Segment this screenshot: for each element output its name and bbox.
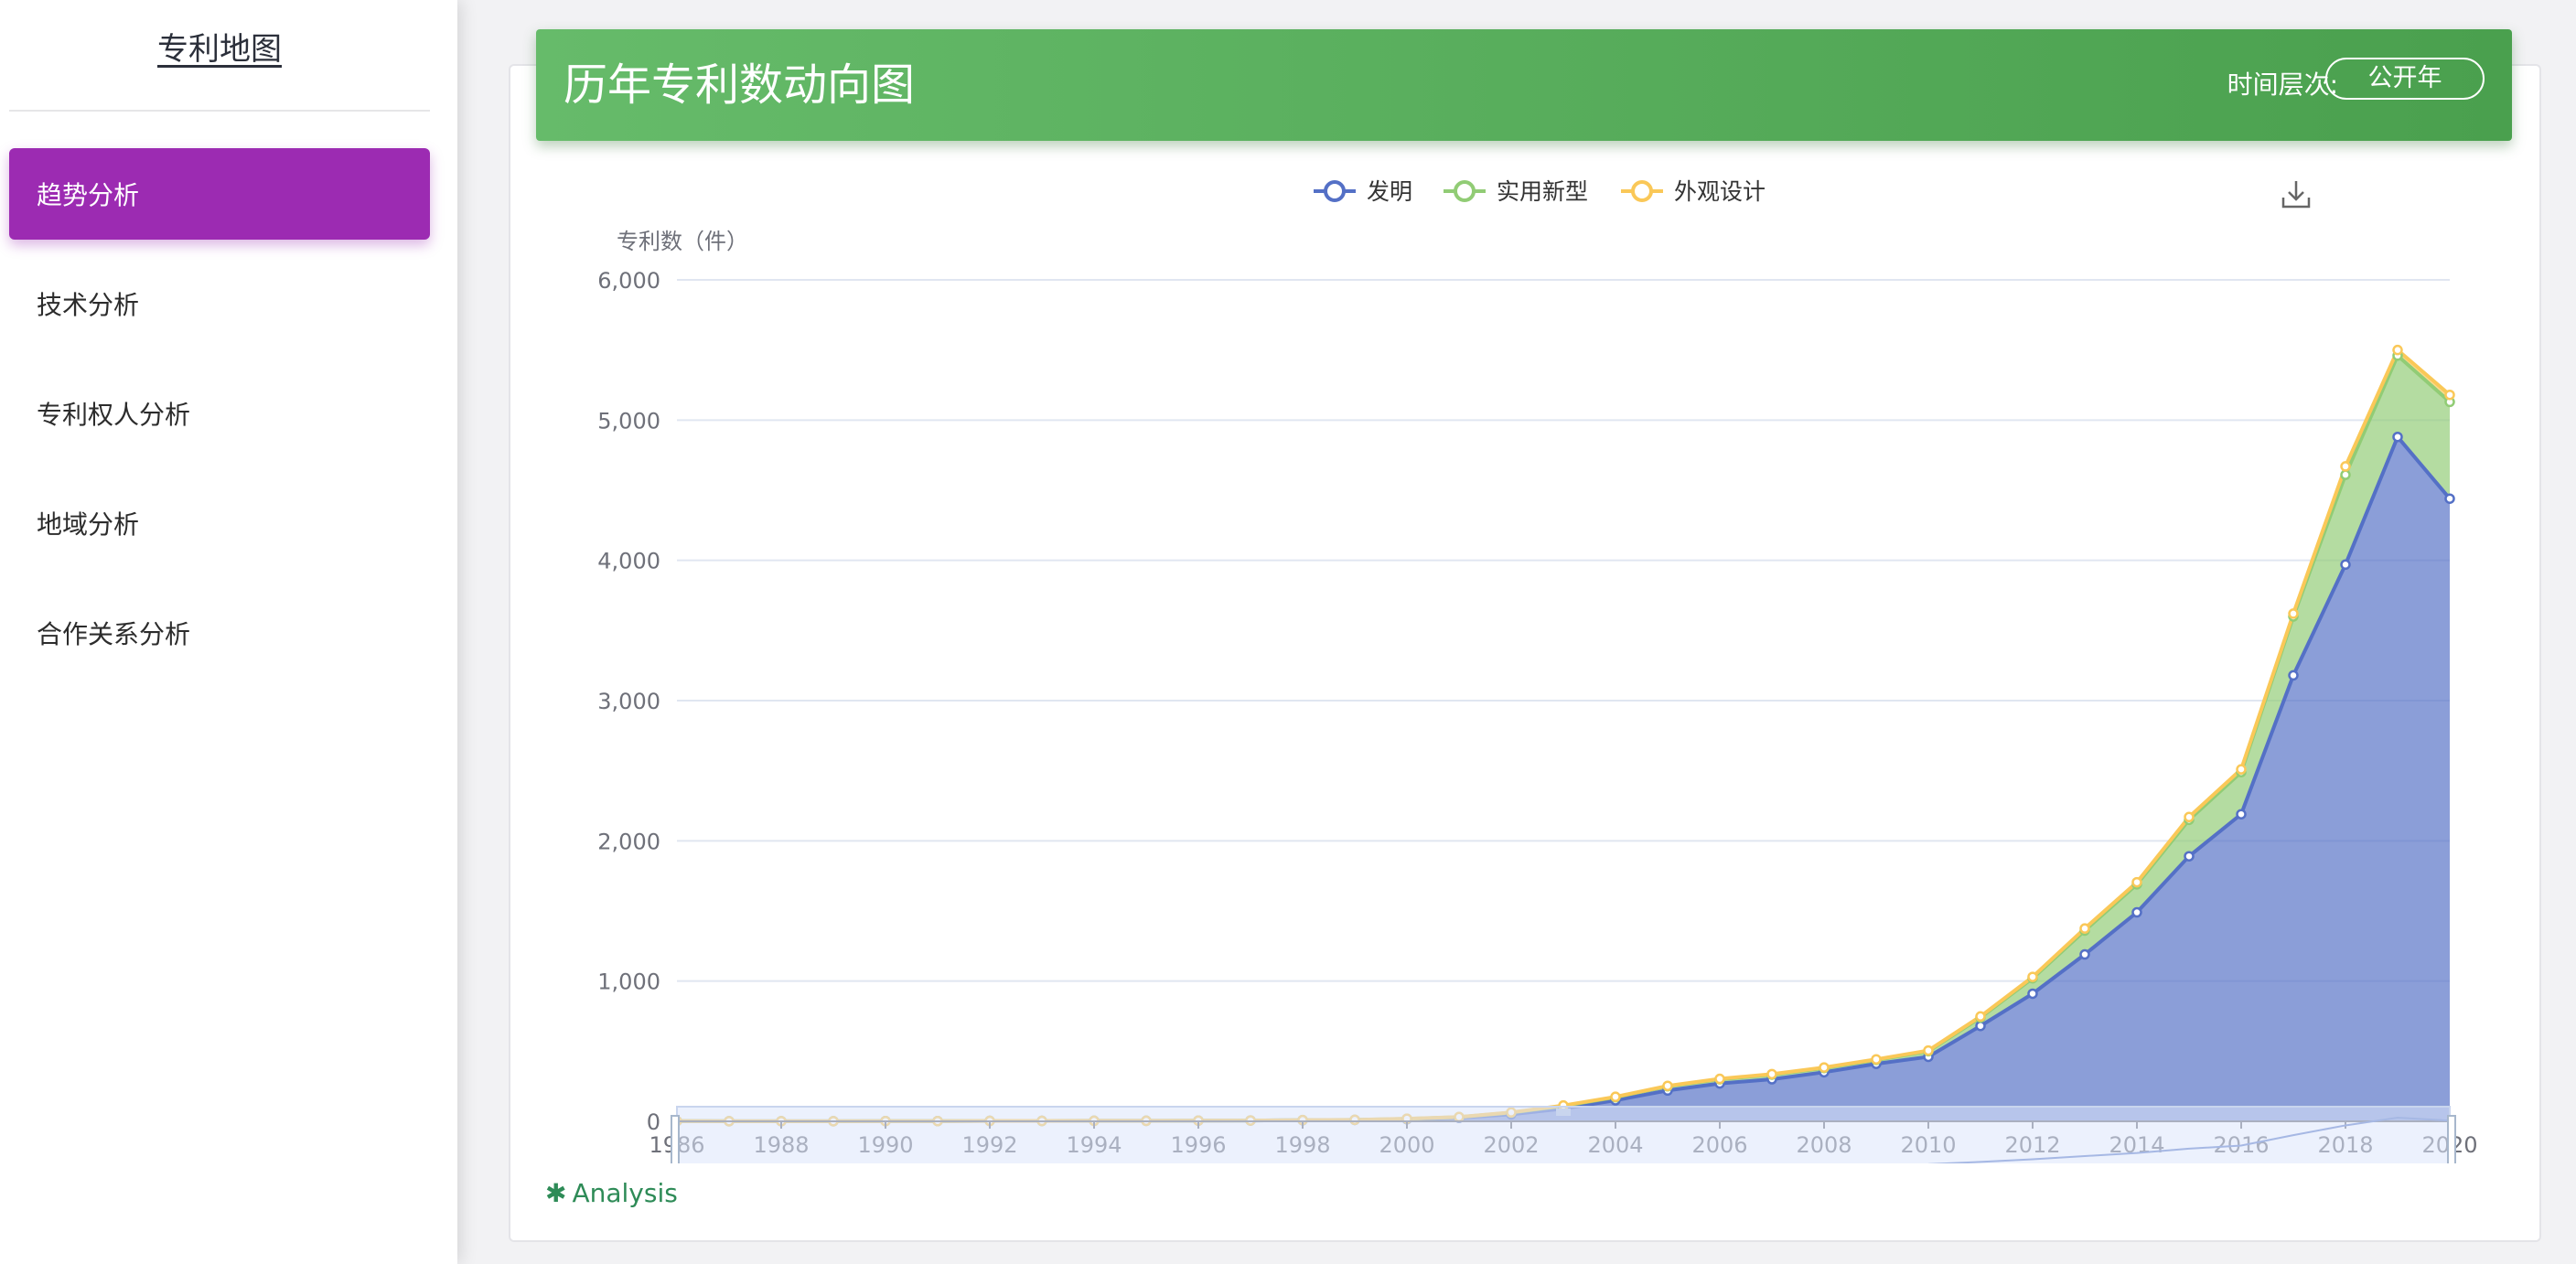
y-tick-label: 1,000 <box>597 969 660 995</box>
sidebar-item-trend[interactable]: 趋势分析 <box>9 148 430 240</box>
analysis-label: Analysis <box>572 1178 678 1208</box>
chart-title: 历年专利数动向图 <box>564 59 916 111</box>
data-point-外观设计 <box>1975 1011 1986 1023</box>
y-tick-label: 6,000 <box>597 268 660 294</box>
data-point-外观设计 <box>2027 971 2038 982</box>
sidebar: 专利地图 趋势分析 技术分析 专利权人分析 地域分析 合作关系分析 <box>0 0 457 1264</box>
data-point-外观设计 <box>2131 876 2142 888</box>
data-point-发明 <box>2444 493 2455 504</box>
legend-label: 外观设计 <box>1674 178 1766 205</box>
y-tick-label: 3,000 <box>597 689 660 714</box>
y-tick-label: 2,000 <box>597 829 660 854</box>
data-point-发明 <box>2131 906 2142 918</box>
sidebar-item-patentee[interactable]: 专利权人分析 <box>9 368 430 459</box>
sidebar-item-technology[interactable]: 技术分析 <box>9 258 430 349</box>
legend-label: 实用新型 <box>1497 178 1588 205</box>
data-point-外观设计 <box>2340 461 2351 472</box>
area-发明 <box>677 436 2450 1121</box>
data-point-发明 <box>1975 1020 1986 1032</box>
patent-trend-chart: 01,0002,0003,0004,0005,0006,000专利数（件）198… <box>597 178 2478 1163</box>
analysis-link[interactable]: ✱ Analysis <box>545 1178 678 1208</box>
asterisk-icon: ✱ <box>545 1178 567 1208</box>
time-level-button[interactable]: 公开年 <box>2325 58 2485 100</box>
y-axis-title: 专利数（件） <box>617 229 748 254</box>
data-point-外观设计 <box>2184 811 2195 823</box>
data-point-发明 <box>2184 851 2195 862</box>
zoom-handle-right <box>2447 1115 2456 1163</box>
data-point-外观设计 <box>2236 764 2247 775</box>
data-point-发明 <box>2236 809 2247 819</box>
legend: 发明 实用新型 外观设计 <box>1314 178 1766 205</box>
data-point-外观设计 <box>2444 389 2455 401</box>
toolbox <box>2281 181 2311 209</box>
sidebar-title[interactable]: 专利地图 <box>0 24 439 69</box>
download-icon[interactable] <box>2281 181 2311 209</box>
legend-marker <box>1631 180 1653 202</box>
zoom-handle-left <box>671 1115 680 1163</box>
data-point-发明 <box>2340 559 2351 571</box>
zoom-move-handle <box>1556 1109 1571 1116</box>
data-point-外观设计 <box>1819 1062 1830 1073</box>
data-point-实用新型 <box>2340 469 2351 480</box>
y-tick-label: 4,000 <box>597 549 660 574</box>
data-point-外观设计 <box>1610 1091 1621 1102</box>
legend-marker <box>1454 180 1476 202</box>
data-point-外观设计 <box>1766 1068 1777 1080</box>
download-icon-shape <box>2281 181 2311 209</box>
chart-header: 历年专利数动向图 时间层次: 公开年 <box>536 29 2512 141</box>
data-point-发明 <box>2288 669 2299 681</box>
data-zoom-slider[interactable] <box>671 1106 2456 1163</box>
data-point-外观设计 <box>1923 1044 1934 1056</box>
data-point-外观设计 <box>1871 1054 1882 1065</box>
y-tick-label: 0 <box>647 1109 660 1135</box>
data-point-发明 <box>2079 948 2090 960</box>
data-point-发明 <box>2027 988 2038 1000</box>
data-point-外观设计 <box>2392 344 2403 356</box>
legend-marker <box>1324 180 1346 202</box>
data-point-外观设计 <box>1714 1073 1725 1085</box>
data-point-外观设计 <box>1662 1080 1673 1091</box>
sidebar-item-cooperation[interactable]: 合作关系分析 <box>9 587 430 679</box>
y-tick-label: 5,000 <box>597 408 660 434</box>
data-point-发明 <box>2392 431 2403 443</box>
legend-item-实用新型: 实用新型 <box>1444 178 1588 205</box>
legend-item-外观设计: 外观设计 <box>1621 178 1766 205</box>
series-areas <box>677 349 2450 1121</box>
data-point-外观设计 <box>2288 608 2299 619</box>
sidebar-item-region[interactable]: 地域分析 <box>9 477 430 569</box>
data-point-外观设计 <box>2079 923 2090 934</box>
legend-label: 发明 <box>1367 178 1412 205</box>
legend-item-发明: 发明 <box>1314 178 1412 205</box>
sidebar-divider <box>9 110 430 112</box>
time-level-label: 时间层次: <box>2227 70 2338 100</box>
